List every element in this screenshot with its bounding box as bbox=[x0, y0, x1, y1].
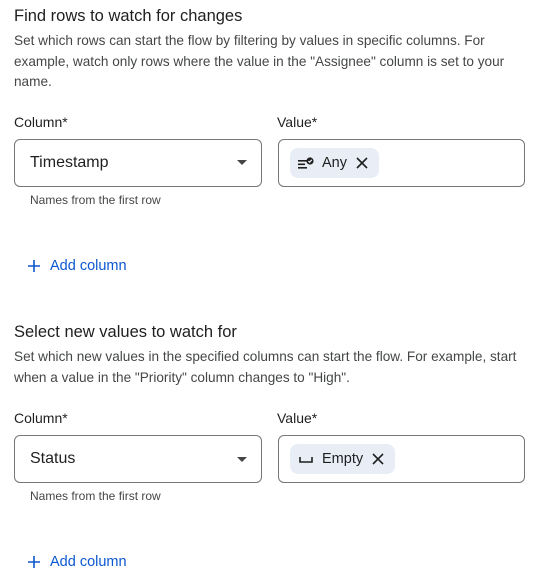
dropdown-arrow-icon bbox=[237, 456, 247, 462]
chip-label: Empty bbox=[322, 451, 364, 467]
add-column-button[interactable]: Add column bbox=[28, 257, 127, 275]
value-field[interactable]: Any bbox=[278, 138, 525, 187]
value-field[interactable]: Empty bbox=[278, 435, 525, 483]
column-select[interactable]: Status bbox=[14, 435, 262, 483]
plus-icon bbox=[28, 553, 40, 571]
chip-label: Any bbox=[322, 154, 347, 171]
value-chip-empty[interactable]: Empty bbox=[290, 444, 396, 474]
column-label: Column* bbox=[14, 113, 68, 130]
column-helper-text: Names from the first row bbox=[30, 489, 161, 503]
field-row: Status Empty bbox=[14, 435, 529, 483]
field-labels: Column* Value* bbox=[14, 114, 529, 134]
remove-chip-icon[interactable] bbox=[371, 452, 385, 466]
filter-any-icon bbox=[298, 155, 314, 171]
watch-rows-section: Find rows to watch for changes Set which… bbox=[14, 5, 529, 277]
section-title: Find rows to watch for changes bbox=[14, 7, 243, 25]
plus-icon bbox=[28, 257, 40, 275]
field-labels: Column* Value* bbox=[14, 410, 529, 430]
section-description: Set which new values in the specified co… bbox=[14, 349, 517, 385]
column-select[interactable]: Timestamp bbox=[14, 138, 262, 187]
section-description: Set which rows can start the flow by fil… bbox=[14, 33, 505, 89]
add-column-label: Add column bbox=[50, 554, 127, 570]
watch-values-section: Select new values to watch for Set which… bbox=[14, 321, 529, 573]
value-chip-any[interactable]: Any bbox=[290, 147, 379, 178]
column-select-value: Status bbox=[30, 450, 76, 467]
column-helper-text: Names from the first row bbox=[30, 192, 161, 207]
section-title: Select new values to watch for bbox=[14, 323, 237, 341]
field-row: Timestamp Any bbox=[14, 138, 529, 187]
value-label: Value* bbox=[277, 410, 318, 426]
column-label: Column* bbox=[14, 410, 68, 426]
add-column-label: Add column bbox=[50, 257, 127, 274]
dropdown-arrow-icon bbox=[237, 160, 247, 165]
column-select-value: Timestamp bbox=[30, 153, 109, 171]
add-column-button[interactable]: Add column bbox=[28, 553, 127, 571]
space-bar-icon bbox=[298, 451, 314, 467]
remove-chip-icon[interactable] bbox=[355, 156, 369, 170]
value-label: Value* bbox=[277, 113, 318, 130]
